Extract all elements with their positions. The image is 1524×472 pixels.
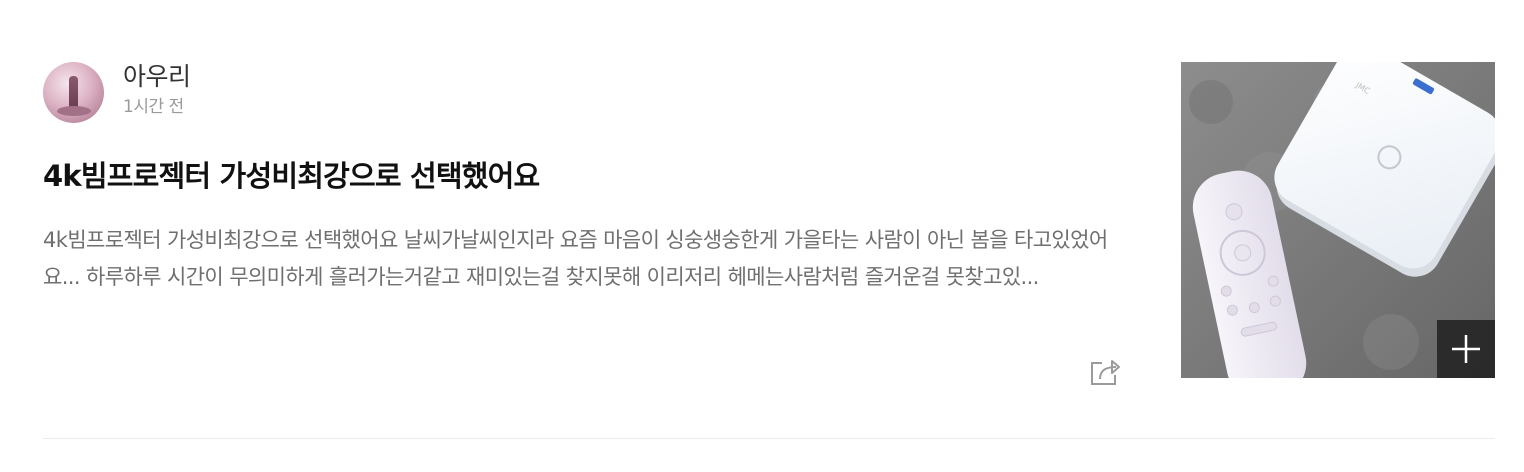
plus-icon bbox=[1452, 335, 1480, 363]
author-info: 아우리 1시간 전 bbox=[43, 62, 191, 123]
divider bbox=[43, 438, 1495, 439]
avatar[interactable] bbox=[43, 62, 104, 123]
author-meta: 아우리 1시간 전 bbox=[123, 62, 191, 118]
share-icon bbox=[1091, 360, 1120, 385]
author-name[interactable]: 아우리 bbox=[123, 62, 191, 92]
blog-post-card: 아우리 1시간 전 4k빔프로젝터 가성비최강으로 선택했어요 4k빔프로젝터 … bbox=[0, 0, 1524, 472]
add-button[interactable] bbox=[1437, 320, 1495, 378]
post-time: 1시간 전 bbox=[123, 97, 184, 117]
share-button[interactable] bbox=[1088, 357, 1126, 387]
post-excerpt[interactable]: 4k빔프로젝터 가성비최강으로 선택했어요 날씨가날씨인지라 요즘 마음이 싱숭… bbox=[43, 222, 1133, 296]
post-thumbnail[interactable]: JMC bbox=[1181, 62, 1495, 378]
post-title[interactable]: 4k빔프로젝터 가성비최강으로 선택했어요 bbox=[43, 156, 540, 196]
